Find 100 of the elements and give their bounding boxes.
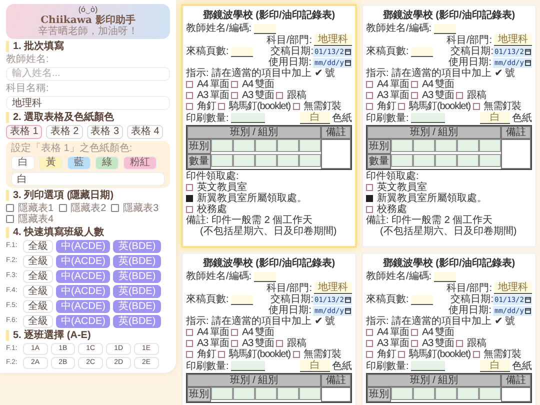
table-input-cell[interactable] [233, 139, 255, 152]
calendar-icon[interactable] [345, 48, 351, 54]
table-input-cell[interactable] [435, 387, 457, 400]
calendar-icon[interactable] [345, 296, 351, 302]
checkbox[interactable] [366, 329, 373, 336]
color-input-field[interactable]: 白 [11, 172, 165, 186]
checkbox[interactable] [411, 92, 418, 99]
subject-field[interactable]: 地理科 [314, 34, 352, 46]
checkbox[interactable] [411, 81, 418, 88]
checkbox[interactable] [456, 92, 464, 99]
hide-date-checkbox[interactable]: 隱藏表3 [111, 202, 159, 214]
checkbox[interactable] [276, 340, 284, 347]
quick-fill-button[interactable]: 全級 [23, 300, 53, 313]
table-input-cell[interactable] [277, 154, 299, 167]
checkbox[interactable] [186, 81, 193, 88]
checkbox[interactable] [366, 81, 373, 88]
checkbox[interactable] [186, 206, 193, 213]
checkbox[interactable] [292, 103, 300, 110]
table-input-cell[interactable] [479, 387, 501, 400]
checkbox[interactable] [218, 351, 225, 358]
table-input-cell[interactable] [211, 139, 233, 152]
checkbox[interactable] [366, 340, 373, 347]
table-input-cell[interactable] [479, 154, 501, 167]
checkbox[interactable] [231, 81, 238, 88]
table-input-cell[interactable] [277, 139, 299, 152]
table-input-cell[interactable] [299, 387, 321, 400]
checkbox[interactable] [472, 103, 480, 110]
table-input-cell[interactable] [211, 387, 233, 400]
paper-color-field[interactable]: 白 [480, 360, 510, 372]
table-input-cell[interactable] [255, 387, 277, 400]
remarks-cell[interactable] [501, 387, 531, 402]
table-input-cell[interactable] [299, 154, 321, 167]
table-input-cell[interactable] [413, 154, 435, 167]
quick-fill-button[interactable]: 全級 [23, 240, 53, 253]
quick-fill-button[interactable]: 全級 [23, 314, 53, 328]
form-tab[interactable]: 表格 3 [86, 124, 124, 139]
subject-field[interactable]: 地理科 [494, 34, 532, 46]
table-input-cell[interactable] [457, 387, 479, 400]
checkbox[interactable] [186, 329, 193, 336]
remarks-cell[interactable] [501, 139, 531, 169]
text-input-field[interactable]: 地理科 [6, 96, 170, 110]
quick-fill-button[interactable]: 全級 [23, 284, 53, 298]
checkbox[interactable] [186, 351, 193, 358]
form-tab[interactable]: 表格 4 [127, 124, 164, 139]
checkbox[interactable] [411, 329, 418, 336]
hide-date-checkbox[interactable]: 隱藏表1 [6, 202, 54, 214]
checkbox[interactable] [231, 92, 238, 99]
checkbox[interactable] [366, 92, 373, 99]
calendar-icon[interactable] [525, 308, 531, 314]
table-input-cell[interactable] [277, 387, 299, 400]
table-input-cell[interactable] [233, 154, 255, 167]
calendar-icon[interactable] [525, 48, 531, 54]
calendar-icon[interactable] [525, 60, 531, 66]
checkbox[interactable] [218, 103, 225, 110]
table-input-cell[interactable] [211, 154, 233, 167]
table-input-cell[interactable] [457, 139, 479, 152]
checkbox[interactable] [398, 351, 405, 358]
checkbox[interactable] [398, 103, 405, 110]
table-input-cell[interactable] [299, 139, 321, 152]
remarks-cell[interactable] [321, 387, 351, 402]
checkbox[interactable] [366, 103, 373, 110]
calendar-icon[interactable] [345, 308, 351, 314]
paper-color-field[interactable]: 白 [480, 112, 510, 124]
remarks-cell[interactable] [321, 139, 351, 169]
checkbox[interactable] [292, 351, 300, 358]
color-swatch-button[interactable]: 綠 [95, 156, 119, 170]
checkbox[interactable] [411, 340, 418, 347]
text-input-field[interactable]: 輸入姓名... [6, 66, 170, 81]
checkbox[interactable] [231, 340, 238, 347]
hide-date-checkbox[interactable]: 隱藏表4 [6, 214, 54, 225]
color-swatch-button[interactable]: 藍 [67, 156, 91, 170]
table-input-cell[interactable] [391, 387, 413, 400]
hide-date-checkbox[interactable]: 隱藏表2 [58, 202, 106, 214]
table-input-cell[interactable] [391, 139, 413, 152]
checkbox[interactable] [366, 351, 373, 358]
table-input-cell[interactable] [413, 139, 435, 152]
checkbox[interactable] [456, 340, 464, 347]
checkbox[interactable] [366, 195, 373, 202]
table-input-cell[interactable] [255, 139, 277, 152]
checkbox[interactable] [186, 103, 193, 110]
table-input-cell[interactable] [435, 139, 457, 152]
color-swatch-button[interactable]: 黃 [39, 156, 63, 170]
checkbox[interactable] [366, 184, 373, 191]
checkbox[interactable] [366, 206, 373, 213]
subject-field[interactable]: 地理科 [494, 282, 532, 294]
color-swatch-button[interactable]: 粉紅 [123, 156, 157, 170]
paper-color-field[interactable]: 白 [300, 360, 330, 372]
table-input-cell[interactable] [479, 139, 501, 152]
table-input-cell[interactable] [435, 154, 457, 167]
checkbox[interactable] [231, 329, 238, 336]
quick-fill-button[interactable]: 全級 [23, 270, 53, 283]
calendar-icon[interactable] [345, 60, 351, 66]
record-form-sheet[interactable] [181, 4, 357, 248]
table-input-cell[interactable] [233, 387, 255, 400]
calendar-icon[interactable] [525, 296, 531, 302]
table-input-cell[interactable] [457, 154, 479, 167]
quick-fill-button[interactable]: 全級 [23, 254, 53, 268]
record-form-sheet[interactable] [361, 4, 537, 248]
checkbox[interactable] [276, 92, 284, 99]
table-input-cell[interactable] [391, 154, 413, 167]
